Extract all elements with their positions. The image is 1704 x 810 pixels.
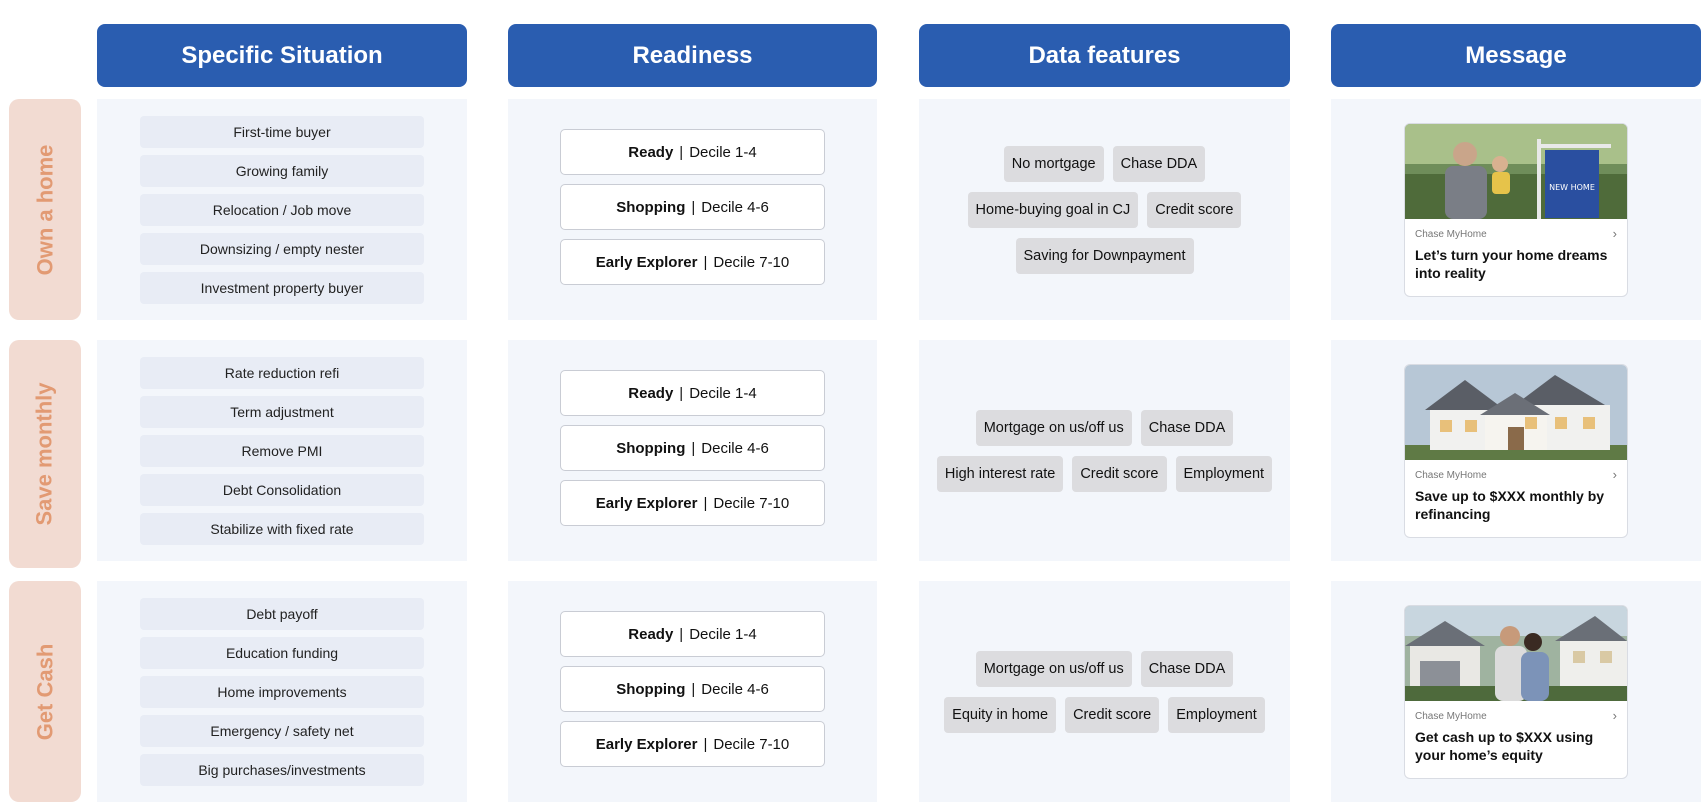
situation-item: Debt payoff — [140, 598, 424, 630]
header-specific-situation: Specific Situation — [97, 24, 467, 87]
feature-chip: No mortgage — [1003, 145, 1104, 182]
situation-item: Stabilize with fixed rate — [140, 513, 424, 545]
brand-label: Chase MyHome — [1415, 229, 1487, 240]
header-message: Message — [1331, 24, 1701, 87]
readiness-panel: Ready | Decile 1-4 Shopping | Decile 4-6 Ear… — [508, 99, 877, 320]
situation-panel: Debt payoff Education funding Home impro… — [97, 581, 467, 802]
couple-home-photo — [1405, 606, 1627, 701]
message-panel: NEW HOME Chase MyHome › Let’s turn your … — [1331, 99, 1701, 320]
chevron-right-icon: › — [1612, 708, 1617, 723]
feature-chip: Credit score — [1147, 191, 1242, 228]
readiness-ready: Ready | Decile 1-4 — [560, 129, 825, 175]
situation-item: Rate reduction refi — [140, 357, 424, 389]
row-label-text: Own a home — [32, 144, 58, 275]
feature-chip: Mortgage on us/off us — [975, 409, 1132, 446]
situation-item: Growing family — [140, 155, 424, 187]
chevron-right-icon: › — [1612, 226, 1617, 241]
readiness-early-explorer: Early Explorer | Decile 7-10 — [560, 239, 825, 285]
situation-item: Investment property buyer — [140, 272, 424, 304]
situation-item: Emergency / safety net — [140, 715, 424, 747]
readiness-early-explorer: Early Explorer | Decile 7-10 — [560, 480, 825, 526]
feature-chip: Credit score — [1072, 455, 1167, 492]
situation-item: Debt Consolidation — [140, 474, 424, 506]
message-panel: Chase MyHome › Get cash up to $XXX using… — [1331, 581, 1701, 802]
feature-chip: Employment — [1175, 455, 1273, 492]
header-data-features: Data features — [919, 24, 1290, 87]
brand-label: Chase MyHome — [1415, 711, 1487, 722]
feature-chip: Mortgage on us/off us — [975, 650, 1132, 687]
feature-chip: Credit score — [1065, 696, 1160, 733]
feature-chip: Employment — [1168, 696, 1265, 733]
feature-chip: Chase DDA — [1140, 409, 1234, 446]
message-text: Get cash up to $XXX using your home’s eq… — [1415, 729, 1594, 763]
feature-chip: Saving for Downpayment — [1015, 237, 1194, 274]
situation-panel: Rate reduction refi Term adjustment Remo… — [97, 340, 467, 561]
readiness-early-explorer: Early Explorer | Decile 7-10 — [560, 721, 825, 767]
features-panel: Mortgage on us/off us Chase DDA Equity i… — [919, 581, 1290, 802]
situation-item: Big purchases/investments — [140, 754, 424, 786]
chevron-right-icon: › — [1612, 467, 1617, 482]
feature-chip: High interest rate — [936, 455, 1064, 492]
svg-text:NEW HOME: NEW HOME — [1549, 183, 1595, 192]
message-card[interactable]: Chase MyHome › Save up to $XXX monthly b… — [1404, 364, 1628, 538]
feature-chip: Chase DDA — [1112, 145, 1206, 182]
message-panel: Chase MyHome › Save up to $XXX monthly b… — [1331, 340, 1701, 561]
readiness-shopping: Shopping | Decile 4-6 — [560, 425, 825, 471]
feature-chip: Chase DDA — [1140, 650, 1234, 687]
readiness-ready: Ready | Decile 1-4 — [560, 611, 825, 657]
situation-item: Education funding — [140, 637, 424, 669]
row-label-get-cash: Get Cash — [9, 581, 81, 802]
situation-item: First-time buyer — [140, 116, 424, 148]
message-text: Save up to $XXX monthly by refinancing — [1415, 488, 1605, 522]
readiness-ready: Ready | Decile 1-4 — [560, 370, 825, 416]
brand-label: Chase MyHome — [1415, 470, 1487, 481]
readiness-panel: Ready | Decile 1-4 Shopping | Decile 4-6 Ear… — [508, 340, 877, 561]
message-text: Let’s turn your home dreams into reality — [1415, 247, 1608, 281]
situation-item: Home improvements — [140, 676, 424, 708]
message-card[interactable]: Chase MyHome › Get cash up to $XXX using… — [1404, 605, 1628, 779]
row-label-own-a-home: Own a home — [9, 99, 81, 320]
situation-item: Term adjustment — [140, 396, 424, 428]
features-panel: Mortgage on us/off us Chase DDA High int… — [919, 340, 1290, 561]
message-card[interactable]: NEW HOME Chase MyHome › Let’s turn your … — [1404, 123, 1628, 297]
row-label-save-monthly: Save monthly — [9, 340, 81, 568]
situation-item: Remove PMI — [140, 435, 424, 467]
situation-item: Downsizing / empty nester — [140, 233, 424, 265]
row-label-text: Save monthly — [32, 382, 58, 526]
readiness-panel: Ready | Decile 1-4 Shopping | Decile 4-6 Ear… — [508, 581, 877, 802]
situation-item: Relocation / Job move — [140, 194, 424, 226]
family-home-photo: NEW HOME — [1405, 124, 1627, 219]
feature-chip: Home-buying goal in CJ — [967, 191, 1139, 228]
readiness-shopping: Shopping | Decile 4-6 — [560, 184, 825, 230]
readiness-shopping: Shopping | Decile 4-6 — [560, 666, 825, 712]
features-panel: No mortgage Chase DDA Home-buying goal i… — [919, 99, 1290, 320]
house-photo — [1405, 365, 1627, 460]
situation-panel: First-time buyer Growing family Relocati… — [97, 99, 467, 320]
header-readiness: Readiness — [508, 24, 877, 87]
feature-chip: Equity in home — [944, 696, 1057, 733]
row-label-text: Get Cash — [32, 643, 57, 740]
